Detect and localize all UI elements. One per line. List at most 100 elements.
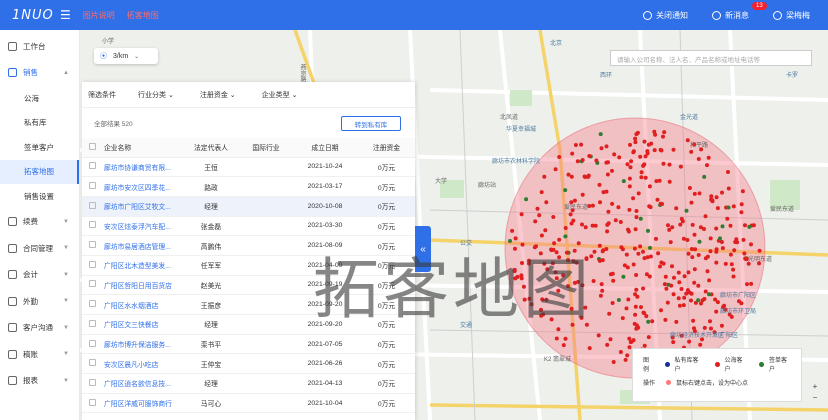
row-checkbox[interactable] [88,398,96,406]
customer-marker[interactable] [610,201,615,206]
cell-name[interactable]: 广阳区哲阳日用百货店 [102,275,182,296]
customer-marker[interactable] [611,360,616,364]
zoom-out-button[interactable]: − [813,393,818,402]
app-logo[interactable]: 1NUO [12,8,60,23]
customer-marker[interactable] [696,157,701,161]
customer-marker[interactable] [621,179,626,184]
cell-name[interactable]: 广阳区水水烟酒店 [102,294,182,315]
customer-marker[interactable] [519,212,524,217]
customer-marker[interactable] [636,251,641,256]
cell-name[interactable]: 广阳区逍名欲信息技... [102,373,182,394]
customer-marker[interactable] [624,252,629,257]
customer-marker[interactable] [611,278,616,283]
customer-marker[interactable] [620,247,625,252]
sidebar-item-workbench[interactable]: 工作台 [0,33,79,60]
customer-marker[interactable] [662,130,667,135]
customer-marker[interactable] [739,301,744,306]
customer-marker[interactable] [703,214,708,219]
row-checkbox[interactable] [88,378,96,386]
customer-marker[interactable] [535,206,540,211]
customer-marker[interactable] [720,246,725,251]
customer-marker[interactable] [672,275,676,280]
customer-marker[interactable] [690,255,695,260]
customer-marker[interactable] [681,303,686,308]
sidebar-sub-sales-settings[interactable]: 销售设置 [0,184,79,209]
customer-marker[interactable] [696,283,701,288]
customer-marker[interactable] [674,319,679,324]
customer-marker[interactable] [708,236,713,241]
customer-marker[interactable] [616,205,621,210]
customer-marker[interactable] [631,149,636,154]
customer-marker[interactable] [705,269,710,274]
top-link-map[interactable]: 拓客地图 [127,10,159,21]
table-row[interactable]: 廊坊市协谦商贸有限... 王恒 2021-10-24 0万元 [82,157,415,178]
customer-marker[interactable] [714,247,719,252]
table-row[interactable]: 廊坊市博升保洁服务... 栾书平 2021-07-05 0万元 [82,334,415,355]
customer-marker[interactable] [653,132,658,137]
customer-marker[interactable] [605,342,610,347]
customer-marker[interactable] [747,224,752,229]
cell-name[interactable]: 廊坊市广阳区艾牧文... [102,196,182,217]
customer-marker[interactable] [569,174,574,179]
customer-marker[interactable] [600,288,605,293]
customer-marker[interactable] [691,318,696,323]
customer-marker[interactable] [641,163,646,168]
customer-marker[interactable] [580,192,585,197]
radius-select[interactable]: ⦿ 3/km ⌄ [94,48,158,64]
customer-marker[interactable] [627,345,632,350]
row-checkbox-cell[interactable] [82,353,102,375]
row-checkbox[interactable] [88,182,96,190]
customer-marker[interactable] [698,342,703,347]
customer-marker[interactable] [600,258,605,263]
customer-marker[interactable] [685,238,690,242]
customer-marker[interactable] [638,216,643,221]
customer-marker[interactable] [563,188,568,193]
customer-marker[interactable] [699,301,703,306]
table-row[interactable]: 安次区炫泰浮汽车配... 张金磊 2021-03-30 0万元 [82,216,415,237]
filter-company-type[interactable]: 企业类型 ⌄ [262,90,298,100]
customer-marker[interactable] [696,253,701,257]
customer-marker[interactable] [636,191,641,196]
customer-marker[interactable] [587,346,592,351]
row-checkbox[interactable] [88,300,96,308]
customer-marker[interactable] [723,261,728,266]
customer-marker[interactable] [551,215,556,219]
customer-marker[interactable] [510,228,515,233]
customer-marker[interactable] [628,165,633,170]
customer-marker[interactable] [731,267,736,272]
customer-marker[interactable] [606,209,611,214]
customer-marker[interactable] [597,182,602,187]
customer-marker[interactable] [749,281,754,286]
customer-marker[interactable] [641,249,645,254]
customer-marker[interactable] [553,167,558,172]
customer-marker[interactable] [661,134,665,139]
customer-marker[interactable] [639,170,644,175]
customer-marker[interactable] [620,316,625,321]
customer-marker[interactable] [628,142,632,147]
customer-marker[interactable] [625,353,630,358]
customer-marker[interactable] [622,263,627,268]
customer-marker[interactable] [563,226,568,230]
customer-marker[interactable] [612,152,617,157]
customer-marker[interactable] [610,168,614,173]
customer-marker[interactable] [710,198,715,203]
customer-marker[interactable] [705,254,710,259]
customer-marker[interactable] [715,300,720,305]
customer-marker[interactable] [561,343,566,348]
cell-name[interactable]: 广阳区洋威可服饰商行 [102,393,182,414]
row-checkbox-cell[interactable] [82,196,102,217]
customer-marker[interactable] [571,218,576,223]
customer-marker[interactable] [605,172,610,177]
customer-marker[interactable] [537,213,542,218]
zoom-in-button[interactable]: + [813,382,818,391]
customer-marker[interactable] [665,300,670,305]
customer-marker[interactable] [659,260,664,265]
customer-marker[interactable] [719,240,724,244]
customer-marker[interactable] [592,249,597,254]
cell-name[interactable]: 安次区晨凡小吃店 [102,353,182,375]
customer-marker[interactable] [720,190,724,195]
customer-marker[interactable] [663,317,668,322]
customer-marker[interactable] [627,184,632,189]
customer-marker[interactable] [671,340,676,345]
customer-marker[interactable] [757,248,762,253]
